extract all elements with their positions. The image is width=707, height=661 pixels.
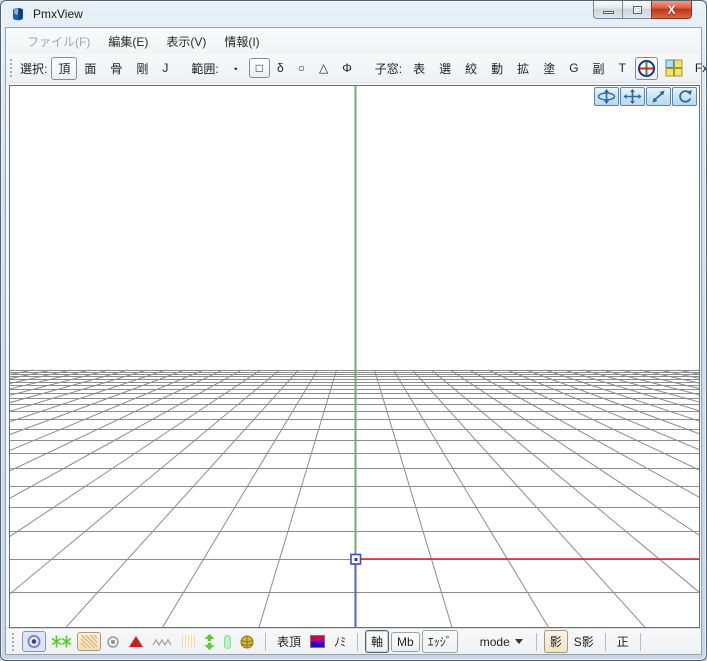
close-button[interactable]: X xyxy=(651,1,692,19)
view-tools xyxy=(594,87,697,106)
select-bone-toggle[interactable]: 骨 xyxy=(103,57,129,80)
grid-canvas xyxy=(10,86,700,628)
menu-info[interactable]: 情報(I) xyxy=(215,29,268,54)
subwindow-nuri-toggle[interactable]: 塗 xyxy=(536,57,562,80)
axis-view-icon xyxy=(637,59,656,78)
mode-dropdown-label: mode xyxy=(480,635,510,649)
rotate-view-button[interactable] xyxy=(672,87,697,106)
rotate-icon xyxy=(676,89,693,104)
separator xyxy=(605,633,606,651)
menu-bar: ファイル(F) 編集(E) 表示(V) 情報(I) xyxy=(6,28,701,54)
separator xyxy=(357,633,358,651)
bottombar-grip[interactable] xyxy=(12,633,17,651)
menu-view[interactable]: 表示(V) xyxy=(157,29,215,54)
menu-file[interactable]: ファイル(F) xyxy=(18,29,99,54)
client-area: ファイル(F) 編集(E) 表示(V) 情報(I) 選択: 頂 面 骨 剛 J … xyxy=(5,27,702,655)
vertex-color-swatch[interactable] xyxy=(310,635,325,648)
separator xyxy=(536,633,537,651)
range-triangle-toggle[interactable]: △ xyxy=(312,58,335,78)
title-bar[interactable]: PmxView X xyxy=(1,1,706,27)
minimize-icon xyxy=(603,11,614,14)
pan-icon xyxy=(623,89,642,104)
orbit-view-button[interactable] xyxy=(594,87,619,106)
minimize-button[interactable] xyxy=(593,1,622,19)
subwindow-g-toggle[interactable]: G xyxy=(562,58,585,78)
separator xyxy=(640,633,641,651)
edge-toggle-button[interactable]: ｴｯｼﾞ xyxy=(422,630,458,653)
axis-toggle-button[interactable]: 軸 xyxy=(365,630,389,653)
maximize-icon xyxy=(633,6,642,14)
select-vertex-toggle[interactable]: 頂 xyxy=(51,57,77,80)
sparkle-icon xyxy=(51,634,72,649)
select-face-toggle[interactable]: 面 xyxy=(77,57,103,80)
uv-display-toggle[interactable] xyxy=(179,633,198,650)
front-vertex-toggle[interactable]: 表頂 xyxy=(277,633,301,650)
nomi-toggle[interactable]: ﾉﾐ xyxy=(334,633,346,650)
main-toolbar: 選択: 頂 面 骨 剛 J 範囲: ・ □ δ ○ △ Φ 子窓: 表 選 絞 … xyxy=(6,54,701,83)
axis-view-toggle[interactable] xyxy=(635,57,658,80)
sparkle-display-toggle[interactable] xyxy=(48,632,75,651)
zigzag-icon xyxy=(152,636,174,648)
self-shadow-toggle[interactable]: S影 xyxy=(574,633,594,650)
select-joint-toggle[interactable]: J xyxy=(155,58,175,78)
toolbar-grip[interactable] xyxy=(10,59,12,77)
range-phi-toggle[interactable]: Φ xyxy=(335,58,359,78)
range-delta-toggle[interactable]: δ xyxy=(270,58,291,78)
range-box-toggle[interactable]: □ xyxy=(249,58,270,78)
menu-edit[interactable]: 編集(E) xyxy=(99,29,157,54)
window-title: PmxView xyxy=(33,7,83,21)
pmxview-window: PmxView X ファイル(F) 編集(E) 表示(V) 情報(I) 選択: … xyxy=(0,0,707,661)
capsule-icon xyxy=(224,635,231,649)
subwindow-kaku-toggle[interactable]: 拡 xyxy=(510,57,536,80)
subwindow-sen-toggle[interactable]: 選 xyxy=(432,57,458,80)
bottom-toolbar: 表頂 ﾉﾐ 軸 Mb ｴｯｼﾞ mode 影 S影 正 xyxy=(6,628,701,654)
pan-view-button[interactable] xyxy=(620,87,645,106)
range-point-toggle[interactable]: ・ xyxy=(223,57,249,80)
subwindow-shibo-toggle[interactable]: 絞 xyxy=(458,57,484,80)
gold-sphere-icon xyxy=(239,634,255,650)
range-label: 範囲: xyxy=(191,60,218,77)
gray-dot-icon xyxy=(106,635,120,649)
subwindow-t-toggle[interactable]: T xyxy=(612,58,633,78)
bone-arrows-toggle[interactable] xyxy=(200,632,219,652)
viewport-3d[interactable] xyxy=(9,85,700,628)
maximize-button[interactable] xyxy=(622,1,651,19)
select-label: 選択: xyxy=(20,60,47,77)
subwindow-dou-toggle[interactable]: 動 xyxy=(484,57,510,80)
light-hatch-icon xyxy=(182,635,195,648)
subwindow-fuku-toggle[interactable]: 副 xyxy=(586,57,612,80)
mb-toggle-button[interactable]: Mb xyxy=(391,632,420,652)
vertex-display-toggle[interactable] xyxy=(22,631,46,652)
zoom-view-button[interactable] xyxy=(646,87,671,106)
dropdown-arrow-icon xyxy=(515,639,523,644)
select-rigid-toggle[interactable]: 剛 xyxy=(129,57,155,80)
fx-toggle[interactable]: Fx xyxy=(688,58,707,78)
ortho-toggle[interactable]: 正 xyxy=(617,633,629,650)
green-arrows-icon xyxy=(203,634,216,650)
rigid-display-toggle[interactable] xyxy=(221,633,234,651)
range-circle-toggle[interactable]: ○ xyxy=(291,58,312,78)
subwindow-label: 子窓: xyxy=(375,60,402,77)
quad-view-icon xyxy=(665,59,683,77)
origin-marker-dot xyxy=(355,558,358,561)
orbit-icon xyxy=(597,89,616,104)
subwindow-hyou-toggle[interactable]: 表 xyxy=(406,57,432,80)
app-icon xyxy=(10,6,27,23)
shadow-toggle-button[interactable]: 影 xyxy=(544,630,568,653)
texture-display-toggle[interactable] xyxy=(77,632,101,651)
separator xyxy=(265,633,266,651)
hatch-icon xyxy=(81,635,97,648)
face-display-toggle[interactable] xyxy=(125,633,147,650)
joint-display-toggle[interactable] xyxy=(236,632,258,652)
point-display-toggle[interactable] xyxy=(103,633,123,651)
quad-view-toggle[interactable] xyxy=(662,57,686,79)
red-triangle-icon xyxy=(128,635,144,648)
wire-display-toggle[interactable] xyxy=(149,634,177,650)
vertex-dot-icon xyxy=(26,634,42,649)
zoom-icon xyxy=(650,89,667,104)
mode-dropdown[interactable]: mode xyxy=(473,632,530,652)
close-icon: X xyxy=(667,4,675,16)
